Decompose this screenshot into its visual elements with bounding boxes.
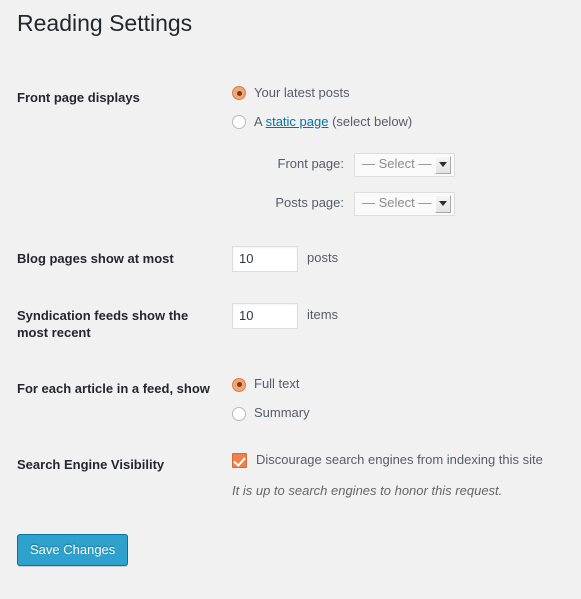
blog-pages-unit: posts: [307, 250, 339, 266]
reading-settings-page: Reading Settings Front page displays You…: [0, 0, 581, 599]
radio-static-page-label: A static page (select below): [254, 114, 412, 131]
label-front-page-displays: Front page displays: [17, 90, 140, 105]
row-syndication-feeds: Syndication feeds show the most recent i…: [12, 288, 569, 362]
save-changes-button[interactable]: Save Changes: [17, 534, 129, 567]
checkbox-discourage-label: Discourage search engines from indexing …: [256, 452, 543, 468]
front-page-select[interactable]: — Select —: [354, 152, 455, 177]
submit-area: Save Changes: [12, 534, 569, 567]
label-search-engine-visibility: Search Engine Visibility: [17, 457, 165, 473]
checkbox-discourage-icon[interactable]: [232, 453, 247, 469]
field-front-page-displays: Your latest posts A static page (select …: [222, 70, 569, 231]
field-search-engine-visibility: Discourage search engines from indexing …: [222, 437, 569, 528]
settings-form-table: Front page displays Your latest posts A …: [12, 70, 569, 528]
row-search-engine-visibility: Search Engine Visibility Discourage sear…: [12, 437, 569, 528]
radio-latest-posts-icon[interactable]: [232, 86, 246, 101]
static-page-text-after: (select below): [328, 113, 413, 129]
page-title: Reading Settings: [17, 10, 193, 36]
chevron-down-icon[interactable]: [435, 194, 451, 213]
checkbox-option-discourage[interactable]: Discourage search engines from indexing …: [232, 452, 559, 469]
radio-option-latest-posts[interactable]: Your latest posts: [232, 85, 559, 102]
row-feed-article: For each article in a feed, show Full te…: [12, 361, 569, 437]
syndication-feeds-input[interactable]: [232, 302, 298, 329]
chevron-down-icon[interactable]: [435, 155, 451, 174]
search-engine-visibility-description: It is up to search engines to honor this…: [232, 483, 503, 499]
front-page-select-label: Front page:: [277, 156, 345, 172]
radio-latest-posts-label: Your latest posts: [254, 85, 350, 100]
label-syndication-feeds: Syndication feeds show the most recent: [17, 307, 189, 340]
static-page-selects: Front page: — Select — Posts page: — Sel…: [244, 152, 559, 216]
posts-page-select-label: Posts page:: [275, 195, 344, 211]
row-front-page-displays: Front page displays Your latest posts A …: [12, 70, 569, 231]
posts-page-select-value: — Select —: [362, 195, 432, 211]
posts-page-select-row: Posts page: — Select —: [244, 191, 559, 216]
label-feed-article: For each article in a feed, show: [17, 381, 210, 397]
radio-summary-label: Summary: [254, 405, 310, 421]
field-syndication-feeds: items: [222, 288, 569, 362]
radio-full-text-icon[interactable]: [232, 377, 246, 392]
front-page-select-value: — Select —: [362, 156, 432, 172]
field-feed-article: Full text Summary: [222, 361, 569, 437]
radio-option-summary[interactable]: Summary: [232, 405, 559, 422]
radio-static-page-icon[interactable]: [232, 115, 246, 130]
field-blog-pages: posts: [222, 231, 569, 288]
static-page-link[interactable]: static page: [266, 114, 329, 129]
row-blog-pages: Blog pages show at most posts: [12, 231, 569, 288]
static-page-text-before: A: [254, 113, 266, 129]
radio-summary-icon[interactable]: [232, 406, 246, 421]
radio-option-static-page[interactable]: A static page (select below): [232, 114, 559, 131]
front-page-select-row: Front page: — Select —: [244, 152, 559, 177]
radio-option-full-text[interactable]: Full text: [232, 376, 559, 393]
posts-page-select[interactable]: — Select —: [354, 191, 455, 216]
radio-full-text-label: Full text: [254, 376, 300, 392]
blog-pages-input[interactable]: [232, 245, 298, 272]
label-blog-pages: Blog pages show at most: [17, 250, 174, 266]
syndication-feeds-unit: items: [307, 307, 339, 323]
